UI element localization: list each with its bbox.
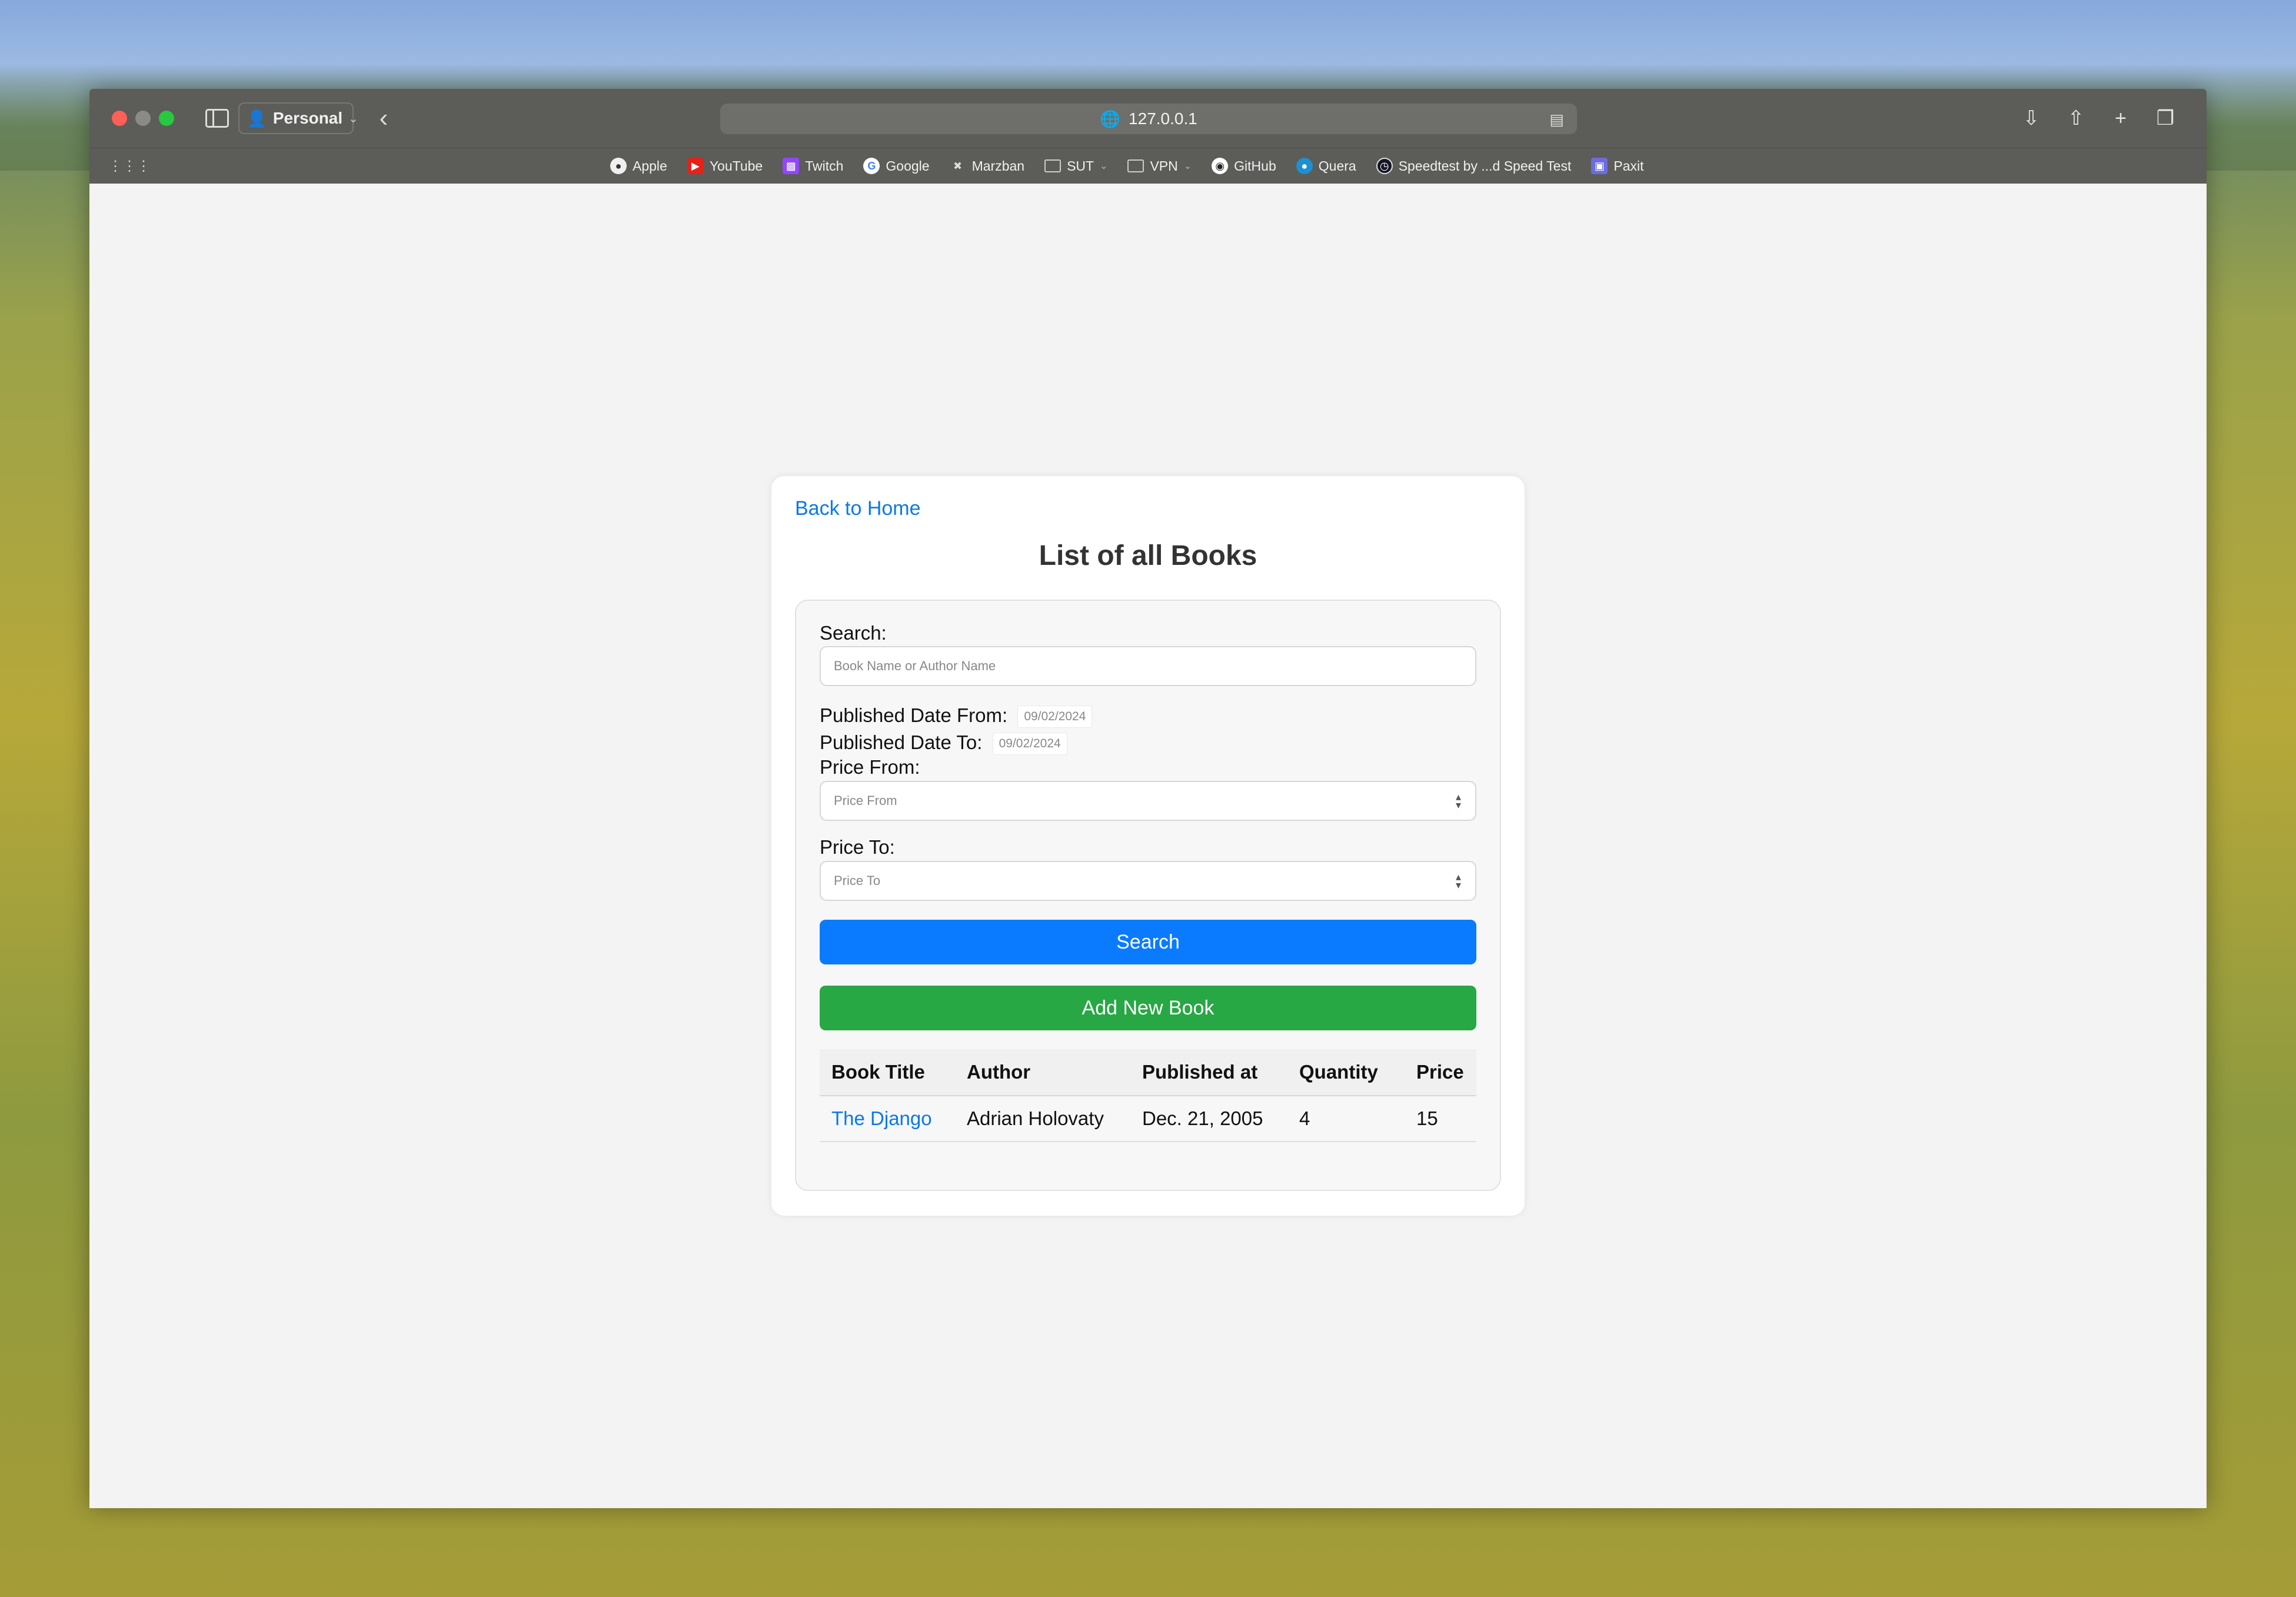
download-icon[interactable]: ⇩ xyxy=(2019,102,2043,135)
date-from-row: Published Date From: 09/02/2024 xyxy=(820,704,1093,728)
share-icon[interactable]: ⇧ xyxy=(2064,102,2088,135)
bookmark-label: Google xyxy=(886,158,930,174)
bookmark-label: Apple xyxy=(633,158,667,174)
price-to-placeholder: Price To xyxy=(834,873,881,888)
tab-overview-icon[interactable]: ❐ xyxy=(2154,102,2177,135)
date-from-input[interactable]: 09/02/2024 xyxy=(1017,706,1093,728)
cell-author: Adrian Holovaty xyxy=(955,1096,1130,1142)
grid-icon[interactable]: ⋮⋮⋮ xyxy=(108,158,151,175)
new-tab-icon[interactable]: + xyxy=(2109,102,2132,135)
address-bar[interactable]: 🌐 127.0.0.1 ▤ xyxy=(720,104,1577,134)
bookmark-paxit[interactable]: ▣ Paxit xyxy=(1591,158,1644,174)
github-icon: ◉ xyxy=(1212,158,1229,174)
bookmark-twitch[interactable]: ▩ Twitch xyxy=(783,158,843,174)
globe-icon: 🌐 xyxy=(1100,109,1121,128)
quera-icon: ● xyxy=(1296,158,1313,174)
column-header-book-title: Book Title xyxy=(820,1049,955,1096)
bookmark-youtube[interactable]: ▶ YouTube xyxy=(687,158,763,174)
books-card: Back to Home List of all Books Search: B… xyxy=(771,476,1525,1216)
search-label: Search: xyxy=(820,622,887,644)
bookmark-github[interactable]: ◉ GitHub xyxy=(1212,158,1276,174)
bookmark-quera[interactable]: ● Quera xyxy=(1296,158,1356,174)
close-window-button[interactable] xyxy=(112,111,127,126)
price-from-placeholder: Price From xyxy=(834,793,897,808)
bookmark-apple[interactable]: ● Apple xyxy=(610,158,667,174)
sidebar-toggle-button[interactable] xyxy=(201,102,233,135)
chevron-down-icon: ⌄ xyxy=(348,112,358,125)
google-icon: G xyxy=(863,158,880,174)
bookmark-folder-vpn[interactable]: VPN ⌄ xyxy=(1127,158,1192,174)
bookmark-label: Paxit xyxy=(1613,158,1644,174)
stepper-icon[interactable]: ▴ ▾ xyxy=(1456,791,1461,810)
search-form: Search: Book Name or Author Name Publish… xyxy=(795,600,1501,1191)
bookmark-label: YouTube xyxy=(709,158,763,174)
table-header-row: Book Title Author Published at Quantity … xyxy=(820,1049,1476,1096)
browser-window: 👤 Personal ⌄ ‹ 🌐 127.0.0.1 ▤ ⇩ ⇧ + ❐ ⋮⋮⋮… xyxy=(89,89,2207,1508)
bookmark-marzban[interactable]: ✖ Marzban xyxy=(950,158,1024,174)
person-icon: 👤 xyxy=(247,109,267,128)
speedtest-icon: ◷ xyxy=(1376,158,1393,174)
folder-icon xyxy=(1127,159,1144,172)
bookmark-speedtest[interactable]: ◷ Speedtest by ...d Speed Test xyxy=(1376,158,1572,174)
price-to-input[interactable]: Price To ▴ ▾ xyxy=(820,861,1476,901)
twitch-icon: ▩ xyxy=(783,158,800,174)
search-input[interactable]: Book Name or Author Name xyxy=(820,646,1476,686)
bookmark-label: GitHub xyxy=(1234,158,1276,174)
back-button[interactable]: ‹ xyxy=(369,102,398,135)
date-from-label: Published Date From: xyxy=(820,704,1008,726)
youtube-icon: ▶ xyxy=(687,158,704,174)
price-from-label: Price From: xyxy=(820,756,920,778)
date-to-label: Published Date To: xyxy=(820,731,983,753)
cell-quantity: 4 xyxy=(1287,1096,1405,1142)
reader-icon[interactable]: ▤ xyxy=(1549,111,1564,129)
search-button[interactable]: Search xyxy=(820,920,1476,964)
bookmark-google[interactable]: G Google xyxy=(863,158,930,174)
book-title-link[interactable]: The Django xyxy=(831,1107,932,1129)
date-to-row: Published Date To: 09/02/2024 xyxy=(820,731,1067,756)
chevron-left-icon: ‹ xyxy=(379,104,388,132)
add-new-book-button[interactable]: Add New Book xyxy=(820,986,1476,1030)
profile-label: Personal xyxy=(272,109,343,127)
back-to-home-link[interactable]: Back to Home xyxy=(795,497,921,520)
bookmark-label: Quera xyxy=(1318,158,1356,174)
minimize-window-button[interactable] xyxy=(135,111,151,126)
price-to-label: Price To: xyxy=(820,836,895,858)
bookmark-label: VPN xyxy=(1150,158,1178,174)
sidebar-icon xyxy=(205,109,229,128)
marzban-icon: ✖ xyxy=(953,159,963,172)
column-header-author: Author xyxy=(955,1049,1130,1096)
chevron-down-icon: ⌄ xyxy=(1100,161,1108,171)
apple-icon: ● xyxy=(610,158,627,174)
page-title: List of all Books xyxy=(1039,540,1257,571)
profile-selector[interactable]: 👤 Personal ⌄ xyxy=(238,102,358,134)
bookmark-label: Twitch xyxy=(805,158,844,174)
folder-icon xyxy=(1044,159,1062,172)
paxit-icon: ▣ xyxy=(1591,158,1608,174)
url-text: 127.0.0.1 xyxy=(1129,109,1197,128)
zoom-window-button[interactable] xyxy=(159,111,174,126)
search-placeholder: Book Name or Author Name xyxy=(834,658,996,673)
bookmarks-bar: ⋮⋮⋮ ● Apple ▶ YouTube ▩ Twitch G Google … xyxy=(89,148,2207,184)
page-content: Back to Home List of all Books Search: B… xyxy=(89,184,2207,1508)
price-from-input[interactable]: Price From ▴ ▾ xyxy=(820,781,1476,821)
cell-published-at: Dec. 21, 2005 xyxy=(1130,1096,1287,1142)
column-header-price: Price xyxy=(1405,1049,1476,1096)
stepper-icon[interactable]: ▴ ▾ xyxy=(1456,871,1461,890)
bookmark-label: Marzban xyxy=(971,158,1025,174)
books-table: Book Title Author Published at Quantity … xyxy=(820,1049,1476,1142)
browser-toolbar: 👤 Personal ⌄ ‹ 🌐 127.0.0.1 ▤ ⇩ ⇧ + ❐ xyxy=(89,89,2207,148)
column-header-published-at: Published at xyxy=(1130,1049,1287,1096)
cell-book-title: The Django xyxy=(820,1096,955,1142)
bookmark-label: Speedtest by ...d Speed Test xyxy=(1398,158,1572,174)
cell-price: 15 xyxy=(1405,1096,1476,1142)
table-row: The Django Adrian Holovaty Dec. 21, 2005… xyxy=(820,1096,1476,1142)
chevron-down-icon: ⌄ xyxy=(1183,161,1192,171)
bookmark-label: SUT xyxy=(1067,158,1094,174)
bookmark-folder-sut[interactable]: SUT ⌄ xyxy=(1044,158,1107,174)
date-to-input[interactable]: 09/02/2024 xyxy=(992,733,1067,756)
column-header-quantity: Quantity xyxy=(1287,1049,1405,1096)
